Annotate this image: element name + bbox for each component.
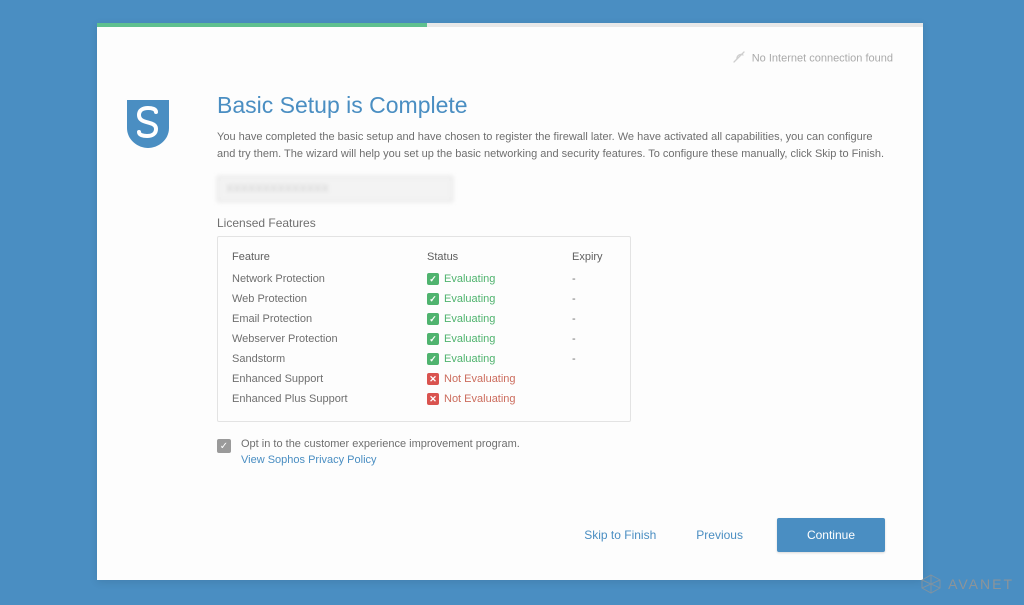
feature-expiry <box>572 373 616 385</box>
cross-icon: ✕ <box>427 393 439 405</box>
feature-status: ✓ Evaluating <box>427 293 572 305</box>
col-header-feature: Feature <box>232 251 427 263</box>
feature-name: Webserver Protection <box>232 333 427 345</box>
logo-column <box>125 92 217 490</box>
feature-expiry: - <box>572 273 616 285</box>
features-header-row: Feature Status Expiry <box>232 247 616 267</box>
feature-status: ✓ Evaluating <box>427 353 572 365</box>
feature-expiry: - <box>572 313 616 325</box>
sophos-shield-icon <box>125 98 171 150</box>
feature-status: ✓ Evaluating <box>427 333 572 345</box>
feature-row: Webserver Protection✓ Evaluating - <box>232 329 616 349</box>
feature-name: Web Protection <box>232 293 427 305</box>
optin-row: ✓ Opt in to the customer experience impr… <box>217 438 893 468</box>
privacy-policy-link[interactable]: View Sophos Privacy Policy <box>241 454 377 466</box>
feature-row: Web Protection✓ Evaluating - <box>232 289 616 309</box>
licensed-features-box: Feature Status Expiry Network Protection… <box>217 236 631 422</box>
feature-status: ✓ Evaluating <box>427 273 572 285</box>
avanet-watermark: AVANET <box>920 573 1014 595</box>
feature-expiry: - <box>572 353 616 365</box>
status-text: Not Evaluating <box>444 393 516 405</box>
feature-name: Network Protection <box>232 273 427 285</box>
progress-bar <box>97 23 923 27</box>
footer-actions: Skip to Finish Previous Continue <box>97 500 923 580</box>
status-text: Evaluating <box>444 313 495 325</box>
watermark-text: AVANET <box>948 576 1014 592</box>
top-status-bar: No Internet connection found <box>97 27 923 72</box>
connection-status-text: No Internet connection found <box>752 52 893 64</box>
feature-row: Email Protection✓ Evaluating - <box>232 309 616 329</box>
check-icon: ✓ <box>427 353 439 365</box>
feature-expiry: - <box>572 333 616 345</box>
feature-expiry: - <box>572 293 616 305</box>
status-text: Evaluating <box>444 353 495 365</box>
check-icon: ✓ <box>427 313 439 325</box>
page-description: You have completed the basic setup and h… <box>217 129 893 162</box>
feature-row: Enhanced Plus Support✕ Not Evaluating <box>232 389 616 409</box>
progress-fill <box>97 23 427 27</box>
license-key-value: XXXXXXXXXXXXXX <box>226 183 329 195</box>
check-icon: ✓ <box>427 333 439 345</box>
no-connection-icon <box>733 51 745 66</box>
feature-expiry <box>572 393 616 405</box>
feature-row: Enhanced Support✕ Not Evaluating <box>232 369 616 389</box>
license-key-input[interactable]: XXXXXXXXXXXXXX <box>217 176 453 202</box>
previous-button[interactable]: Previous <box>690 524 749 546</box>
check-icon: ✓ <box>427 273 439 285</box>
avanet-logo-icon <box>920 573 942 595</box>
feature-row: Sandstorm✓ Evaluating - <box>232 349 616 369</box>
feature-name: Enhanced Plus Support <box>232 393 427 405</box>
content-area: Basic Setup is Complete You have complet… <box>97 72 923 500</box>
licensed-features-label: Licensed Features <box>217 216 893 230</box>
cross-icon: ✕ <box>427 373 439 385</box>
main-column: Basic Setup is Complete You have complet… <box>217 92 893 490</box>
feature-status: ✓ Evaluating <box>427 313 572 325</box>
col-header-expiry: Expiry <box>572 251 616 263</box>
continue-button[interactable]: Continue <box>777 518 885 552</box>
feature-name: Sandstorm <box>232 353 427 365</box>
optin-label: Opt in to the customer experience improv… <box>241 438 520 450</box>
feature-row: Network Protection✓ Evaluating - <box>232 269 616 289</box>
status-text: Evaluating <box>444 293 495 305</box>
feature-name: Email Protection <box>232 313 427 325</box>
setup-window: No Internet connection found Basic Setup… <box>97 23 923 580</box>
feature-name: Enhanced Support <box>232 373 427 385</box>
optin-checkbox[interactable]: ✓ <box>217 439 231 453</box>
status-text: Not Evaluating <box>444 373 516 385</box>
col-header-status: Status <box>427 251 572 263</box>
status-text: Evaluating <box>444 333 495 345</box>
feature-status: ✕ Not Evaluating <box>427 373 572 385</box>
status-text: Evaluating <box>444 273 495 285</box>
page-title: Basic Setup is Complete <box>217 92 893 119</box>
check-icon: ✓ <box>427 293 439 305</box>
feature-status: ✕ Not Evaluating <box>427 393 572 405</box>
skip-to-finish-button[interactable]: Skip to Finish <box>578 524 662 546</box>
